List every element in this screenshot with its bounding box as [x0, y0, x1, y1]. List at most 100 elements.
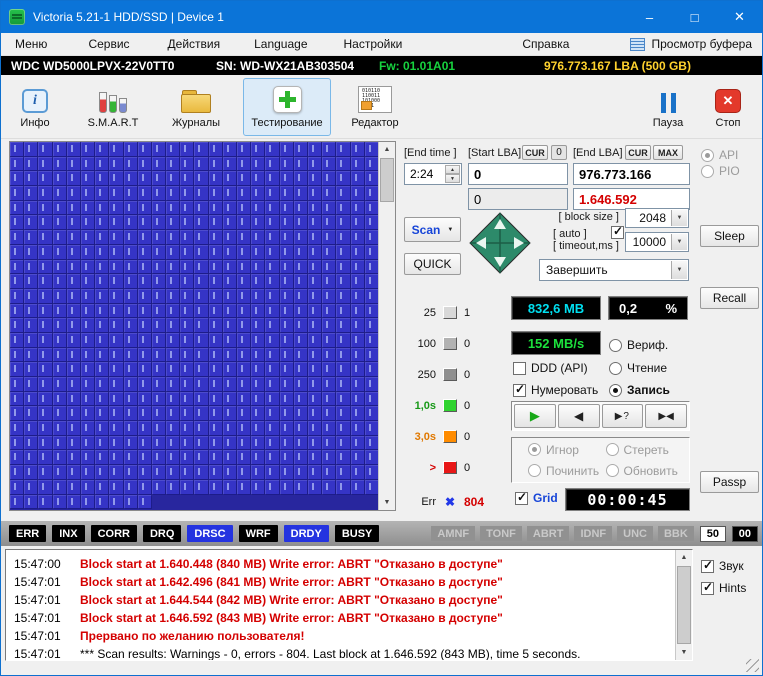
numerate-checkbox-box[interactable]	[513, 384, 526, 397]
legend-label: 250	[406, 369, 436, 381]
menu-item-actions[interactable]: Действия	[162, 37, 227, 51]
scroll-down-icon[interactable]	[379, 495, 395, 510]
auto-checkbox[interactable]	[611, 226, 624, 239]
scroll-up-icon[interactable]	[676, 550, 692, 565]
scan-block	[180, 480, 194, 495]
timeout-select[interactable]: 10000	[625, 232, 689, 252]
scan-block	[10, 186, 24, 201]
hints-checkbox-box[interactable]	[701, 582, 714, 595]
after-scan-action-select[interactable]: Завершить	[539, 259, 689, 281]
stop-button[interactable]: Стоп	[702, 78, 754, 136]
scan-block	[251, 362, 265, 377]
skip-end-icon[interactable]	[645, 404, 687, 428]
step-back-icon[interactable]	[558, 404, 600, 428]
scroll-up-icon[interactable]	[379, 142, 395, 157]
menu-item-menu[interactable]: Меню	[9, 37, 53, 51]
log-output[interactable]: 15:47:00Block start at 1.640.448 (840 MB…	[5, 549, 693, 661]
maximize-button[interactable]: □	[672, 1, 717, 33]
spin-up-icon[interactable]	[445, 165, 460, 174]
testing-button[interactable]: Тестирование	[243, 78, 331, 136]
scan-block	[124, 377, 138, 392]
scan-block	[95, 289, 109, 304]
scan-block	[95, 260, 109, 275]
scan-block	[53, 171, 67, 186]
direction-pad[interactable]	[468, 211, 532, 275]
scan-block	[365, 289, 379, 304]
menu-item-service[interactable]: Сервис	[82, 37, 135, 51]
sleep-button[interactable]: Sleep	[700, 225, 759, 247]
end-lba-cur-button[interactable]: CUR	[625, 145, 651, 160]
hints-checkbox[interactable]: Hints	[701, 581, 746, 595]
scan-block	[10, 260, 24, 275]
spin-down-icon[interactable]	[445, 174, 460, 183]
scan-dropdown-button[interactable]: Scan	[404, 217, 461, 242]
scan-map-scrollbar[interactable]	[378, 142, 395, 510]
sound-checkbox[interactable]: Звук	[701, 559, 744, 573]
scan-block	[67, 157, 81, 172]
end-lba-max-button[interactable]: MAX	[653, 145, 683, 160]
ddd-api-checkbox[interactable]: DDD (API)	[513, 361, 588, 375]
scan-block	[166, 289, 180, 304]
scan-block	[109, 392, 123, 407]
pause-button-label: Пауза	[653, 117, 684, 129]
scan-block	[280, 450, 294, 465]
scan-block	[251, 304, 265, 319]
quick-button[interactable]: QUICK	[404, 253, 461, 275]
block-size-select[interactable]: 2048	[625, 208, 689, 228]
recall-button[interactable]: Recall	[700, 287, 759, 309]
menu-item-language[interactable]: Language	[248, 37, 313, 51]
ddd-api-checkbox-box[interactable]	[513, 362, 526, 375]
scan-block	[194, 333, 208, 348]
read-radio[interactable]: Чтение	[609, 361, 667, 375]
scrollbar-thumb[interactable]	[380, 158, 394, 202]
grid-checkbox[interactable]: Grid	[515, 491, 558, 505]
end-lba-input[interactable]: 976.773.166	[573, 163, 690, 185]
scan-block	[95, 171, 109, 186]
journals-button[interactable]: Журналы	[163, 78, 229, 136]
scan-block	[209, 171, 223, 186]
menu-item-help[interactable]: Справка	[516, 37, 575, 51]
stop-button-label: Стоп	[716, 117, 741, 129]
play-icon[interactable]	[514, 404, 556, 428]
verify-radio[interactable]: Вериф.	[609, 338, 668, 352]
write-radio[interactable]: Запись	[609, 383, 670, 397]
scan-block	[280, 245, 294, 260]
ddd-api-label: DDD (API)	[531, 361, 588, 375]
scroll-down-icon[interactable]	[676, 645, 692, 660]
passp-button[interactable]: Passp	[700, 471, 759, 493]
scrollbar-thumb[interactable]	[677, 566, 691, 644]
scan-block	[95, 421, 109, 436]
pause-button[interactable]: Пауза	[642, 78, 694, 136]
log-scrollbar[interactable]	[675, 550, 692, 660]
scan-block	[24, 304, 38, 319]
scan-block	[365, 480, 379, 495]
read-radio-circle[interactable]	[609, 362, 622, 375]
sound-checkbox-box[interactable]	[701, 560, 714, 573]
minimize-button[interactable]: –	[627, 1, 672, 33]
close-button[interactable]: ✕	[717, 1, 762, 33]
scan-block	[223, 362, 237, 377]
grid-checkbox-box[interactable]	[515, 492, 528, 505]
auto-checkbox-box[interactable]	[611, 226, 624, 239]
resize-grip[interactable]	[746, 659, 759, 672]
write-radio-circle[interactable]	[609, 384, 622, 397]
scan-block	[67, 421, 81, 436]
verify-radio-circle[interactable]	[609, 339, 622, 352]
start-lba-input[interactable]: 0	[468, 163, 568, 185]
seek-error-icon[interactable]	[602, 404, 644, 428]
scan-block	[336, 333, 350, 348]
buffer-view-button[interactable]: Просмотр буфера	[630, 37, 762, 51]
editor-button[interactable]: Редактор	[343, 78, 407, 136]
scan-block	[38, 377, 52, 392]
numerate-checkbox[interactable]: Нумеровать	[513, 383, 598, 397]
menu-item-settings[interactable]: Настройки	[338, 37, 409, 51]
end-time-input[interactable]: 2:24	[404, 163, 462, 185]
scan-block	[365, 362, 379, 377]
smart-button[interactable]: S.M.A.R.T	[79, 78, 147, 136]
info-button[interactable]: Инфо	[9, 78, 61, 136]
log-message: Block start at 1.644.544 (842 MB) Write …	[80, 593, 503, 607]
start-lba-cur-button[interactable]: CUR	[522, 145, 548, 160]
scan-block	[124, 421, 138, 436]
scan-block	[166, 171, 180, 186]
scan-block	[152, 480, 166, 495]
